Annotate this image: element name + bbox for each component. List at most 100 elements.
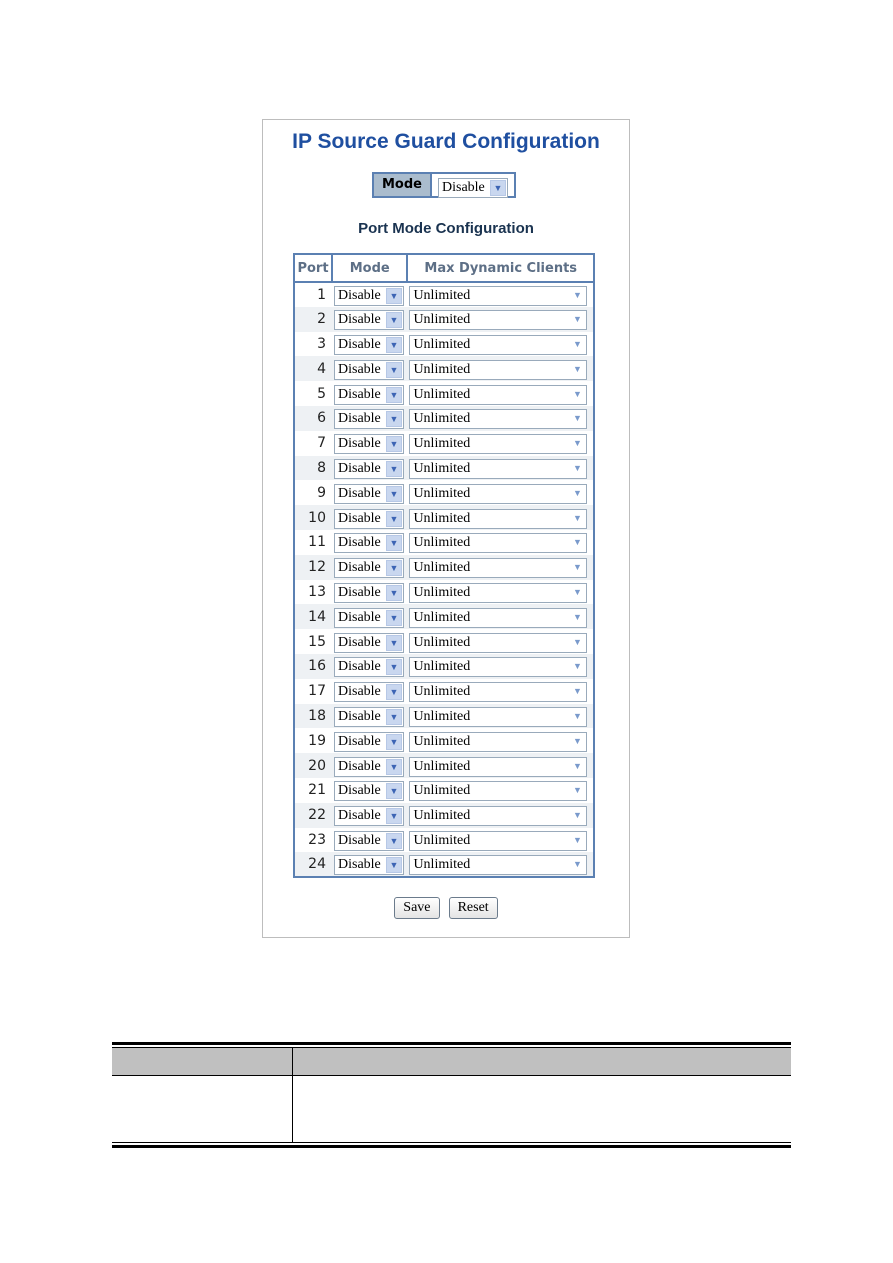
max-dynamic-clients-select[interactable]: Unlimited ▼	[409, 384, 588, 405]
port-number: 13	[308, 583, 326, 600]
column-header-port: Port	[293, 253, 333, 283]
chevron-down-icon: ▼	[386, 436, 402, 453]
port-mode-value: Disable	[338, 634, 381, 650]
chevron-down-icon: ▼	[569, 560, 586, 577]
port-mode-value: Disable	[338, 733, 381, 749]
port-mode-select[interactable]: Disable ▼	[334, 434, 404, 455]
port-mode-select[interactable]: Disable ▼	[334, 359, 404, 380]
description-table	[112, 1042, 791, 1148]
max-dynamic-clients-select[interactable]: Unlimited ▼	[409, 731, 588, 752]
port-mode-select[interactable]: Disable ▼	[334, 607, 404, 628]
port-mode-select[interactable]: Disable ▼	[334, 285, 404, 306]
port-number: 8	[294, 455, 332, 481]
port-mode-select[interactable]: Disable ▼	[334, 334, 404, 355]
table-row: 4 Disable ▼ Unlimited ▼	[294, 356, 594, 382]
max-dynamic-clients-select[interactable]: Unlimited ▼	[409, 806, 588, 827]
chevron-down-icon: ▼	[386, 312, 402, 329]
port-number: 5	[317, 385, 326, 402]
max-dynamic-clients-select[interactable]: Unlimited ▼	[409, 657, 588, 678]
max-dynamic-clients-select[interactable]: Unlimited ▼	[409, 632, 588, 653]
chevron-down-icon: ▼	[386, 808, 402, 825]
port-number: 18	[294, 703, 332, 729]
port-number: 17	[308, 683, 326, 700]
port-number: 22	[294, 802, 332, 828]
port-mode-select[interactable]: Disable ▼	[334, 582, 404, 603]
chevron-down-icon: ▼	[386, 510, 402, 527]
max-dynamic-clients-select[interactable]: Unlimited ▼	[409, 310, 588, 331]
port-mode-value: Disable	[338, 808, 381, 824]
port-mode-select[interactable]: Disable ▼	[334, 632, 404, 653]
port-mode-value: Disable	[338, 857, 381, 873]
max-dynamic-clients-value: Unlimited	[413, 535, 471, 551]
max-dynamic-clients-select[interactable]: Unlimited ▼	[409, 334, 588, 355]
port-mode-value: Disable	[338, 510, 381, 526]
port-mode-select[interactable]: Disable ▼	[334, 409, 404, 430]
port-mode-select[interactable]: Disable ▼	[334, 756, 404, 777]
max-dynamic-clients-select[interactable]: Unlimited ▼	[409, 830, 588, 851]
save-button[interactable]: Save	[394, 897, 440, 919]
port-mode-select[interactable]: Disable ▼	[334, 682, 404, 703]
max-dynamic-clients-select[interactable]: Unlimited ▼	[409, 781, 588, 802]
chevron-down-icon: ▼	[386, 485, 402, 502]
chevron-down-icon: ▼	[569, 659, 586, 676]
port-mode-table: Port Mode Max Dynamic Clients 1 Disable ▼ U…	[293, 253, 595, 879]
max-dynamic-clients-select[interactable]: Unlimited ▼	[409, 508, 588, 529]
ip-source-guard-panel: IP Source Guard Configuration Mode Disab…	[262, 119, 630, 938]
chevron-down-icon: ▼	[569, 411, 586, 428]
port-mode-select[interactable]: Disable ▼	[334, 731, 404, 752]
max-dynamic-clients-select[interactable]: Unlimited ▼	[409, 582, 588, 603]
max-dynamic-clients-value: Unlimited	[413, 436, 471, 452]
table-row: 16 Disable ▼ Unlimited ▼	[294, 653, 594, 679]
max-dynamic-clients-value: Unlimited	[413, 411, 471, 427]
chevron-down-icon: ▼	[386, 659, 402, 676]
max-dynamic-clients-select[interactable]: Unlimited ▼	[409, 285, 588, 306]
table-row: 21 Disable ▼ Unlimited ▼	[294, 778, 594, 803]
port-number: 19	[308, 732, 326, 749]
table-row: 2 Disable ▼ Unlimited ▼	[294, 306, 594, 332]
max-dynamic-clients-select[interactable]: Unlimited ▼	[409, 682, 588, 703]
chevron-down-icon: ▼	[569, 336, 586, 353]
table-row: 13 Disable ▼ Unlimited ▼	[294, 580, 594, 605]
max-dynamic-clients-select[interactable]: Unlimited ▼	[409, 756, 588, 777]
max-dynamic-clients-value: Unlimited	[413, 361, 471, 377]
port-number: 15	[308, 633, 326, 650]
chevron-down-icon: ▼	[569, 634, 586, 651]
max-dynamic-clients-select[interactable]: Unlimited ▼	[409, 409, 588, 430]
max-dynamic-clients-value: Unlimited	[413, 783, 471, 799]
max-dynamic-clients-select[interactable]: Unlimited ▼	[409, 533, 588, 554]
table-row: 1 Disable ▼ Unlimited ▼	[294, 282, 594, 307]
max-dynamic-clients-select[interactable]: Unlimited ▼	[409, 359, 588, 380]
chevron-down-icon: ▼	[386, 733, 402, 750]
port-mode-select[interactable]: Disable ▼	[334, 508, 404, 529]
table-row: 8 Disable ▼ Unlimited ▼	[294, 455, 594, 481]
table-bottom-rule	[112, 1142, 791, 1148]
port-mode-select[interactable]: Disable ▼	[334, 558, 404, 579]
max-dynamic-clients-select[interactable]: Unlimited ▼	[409, 458, 588, 479]
port-mode-select[interactable]: Disable ▼	[334, 483, 404, 504]
chevron-down-icon: ▼	[569, 609, 586, 626]
max-dynamic-clients-select[interactable]: Unlimited ▼	[409, 483, 588, 504]
port-mode-select[interactable]: Disable ▼	[334, 657, 404, 678]
port-mode-select[interactable]: Disable ▼	[334, 806, 404, 827]
port-number: 11	[308, 534, 326, 551]
max-dynamic-clients-select[interactable]: Unlimited ▼	[409, 706, 588, 727]
max-dynamic-clients-select[interactable]: Unlimited ▼	[409, 434, 588, 455]
port-mode-value: Disable	[338, 584, 381, 600]
port-mode-select[interactable]: Disable ▼	[334, 706, 404, 727]
port-mode-select[interactable]: Disable ▼	[334, 855, 404, 876]
port-mode-select[interactable]: Disable ▼	[334, 384, 404, 405]
max-dynamic-clients-select[interactable]: Unlimited ▼	[409, 607, 588, 628]
chevron-down-icon: ▼	[386, 708, 402, 725]
port-mode-select[interactable]: Disable ▼	[334, 781, 404, 802]
max-dynamic-clients-select[interactable]: Unlimited ▼	[409, 855, 588, 876]
port-mode-select[interactable]: Disable ▼	[334, 310, 404, 331]
port-mode-select[interactable]: Disable ▼	[334, 830, 404, 851]
port-mode-select[interactable]: Disable ▼	[334, 533, 404, 554]
port-number: 2	[294, 306, 332, 332]
global-mode-select[interactable]: Disable ▼	[438, 178, 508, 198]
table-row: 19 Disable ▼ Unlimited ▼	[294, 728, 594, 753]
port-mode-select[interactable]: Disable ▼	[334, 458, 404, 479]
port-mode-value: Disable	[338, 783, 381, 799]
reset-button[interactable]: Reset	[448, 897, 498, 919]
max-dynamic-clients-select[interactable]: Unlimited ▼	[409, 558, 588, 579]
